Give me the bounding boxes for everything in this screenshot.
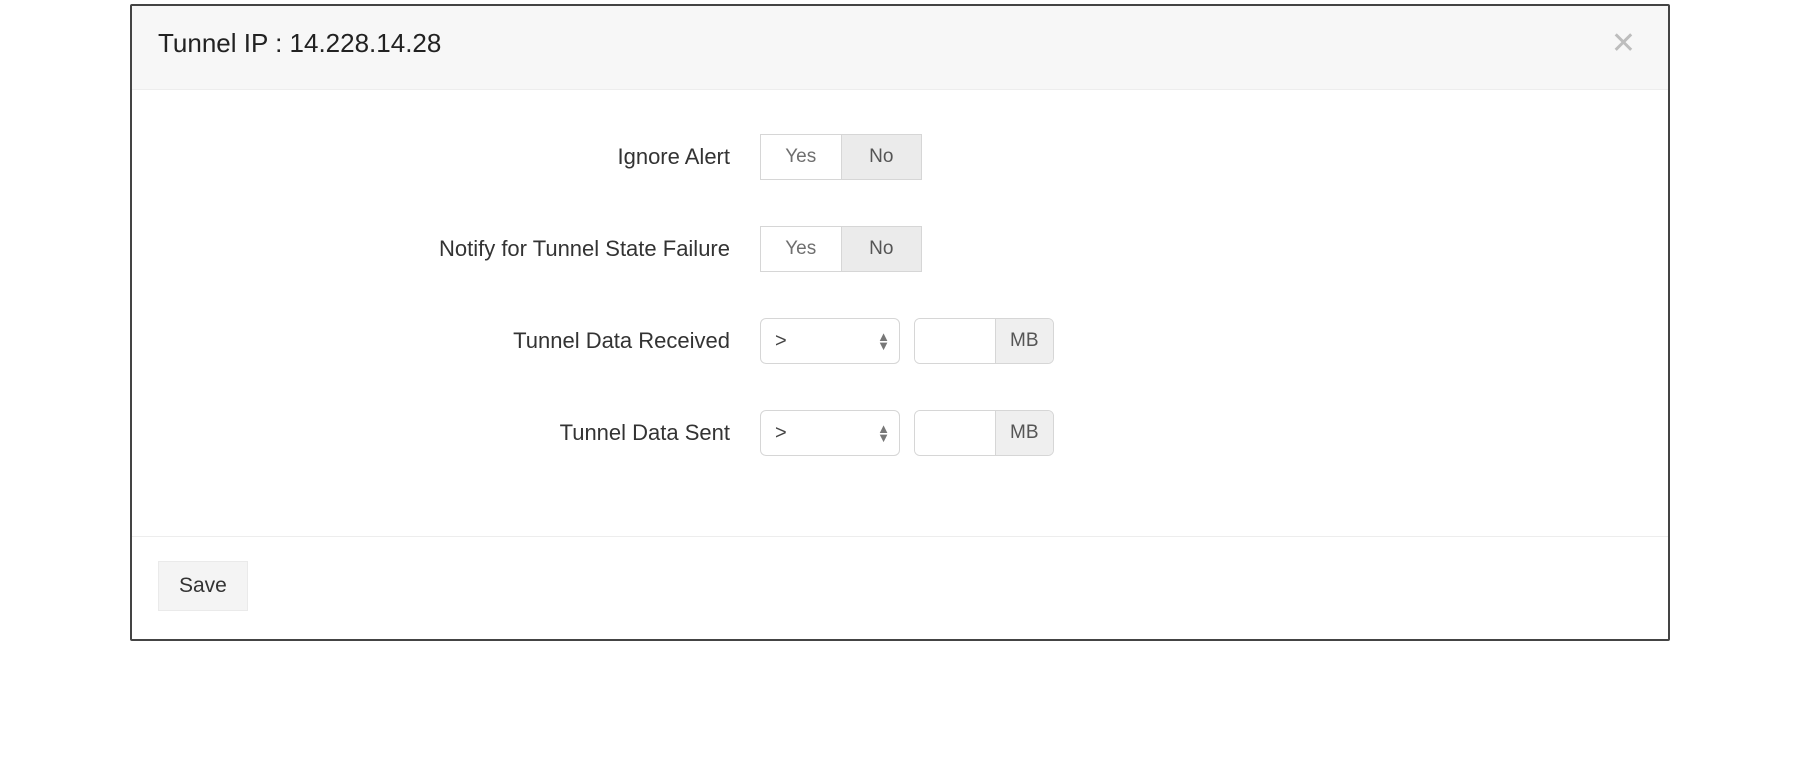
label-data-received: Tunnel Data Received [152, 328, 760, 354]
ignore-alert-yes[interactable]: Yes [761, 135, 841, 179]
row-data-received: Tunnel Data Received ▲▼ MB [152, 318, 1648, 364]
value-unit-received: MB [914, 318, 1054, 364]
label-notify-failure: Notify for Tunnel State Failure [152, 236, 760, 262]
tunnel-settings-dialog: Tunnel IP : 14.228.14.28 ✕ Ignore Alert … [130, 4, 1670, 641]
unit-received: MB [995, 319, 1053, 363]
value-input-sent[interactable] [915, 411, 995, 455]
notify-failure-yes[interactable]: Yes [761, 227, 841, 271]
label-ignore-alert: Ignore Alert [152, 144, 760, 170]
close-icon[interactable]: ✕ [1605, 29, 1642, 59]
toggle-notify-failure: Yes No [760, 226, 922, 272]
operator-select-received[interactable] [760, 318, 900, 364]
operator-select-sent-wrap: ▲▼ [760, 410, 900, 456]
unit-sent: MB [995, 411, 1053, 455]
dialog-body: Ignore Alert Yes No Notify for Tunnel St… [132, 90, 1668, 536]
value-unit-sent: MB [914, 410, 1054, 456]
ignore-alert-no[interactable]: No [841, 135, 922, 179]
row-notify-failure: Notify for Tunnel State Failure Yes No [152, 226, 1648, 272]
toggle-ignore-alert: Yes No [760, 134, 922, 180]
row-data-sent: Tunnel Data Sent ▲▼ MB [152, 410, 1648, 456]
dialog-footer: Save [132, 536, 1668, 639]
value-input-received[interactable] [915, 319, 995, 363]
notify-failure-no[interactable]: No [841, 227, 922, 271]
save-button[interactable]: Save [158, 561, 248, 611]
operator-select-sent[interactable] [760, 410, 900, 456]
label-data-sent: Tunnel Data Sent [152, 420, 760, 446]
dialog-title: Tunnel IP : 14.228.14.28 [158, 28, 441, 59]
operator-select-received-wrap: ▲▼ [760, 318, 900, 364]
dialog-header: Tunnel IP : 14.228.14.28 ✕ [132, 6, 1668, 90]
row-ignore-alert: Ignore Alert Yes No [152, 134, 1648, 180]
